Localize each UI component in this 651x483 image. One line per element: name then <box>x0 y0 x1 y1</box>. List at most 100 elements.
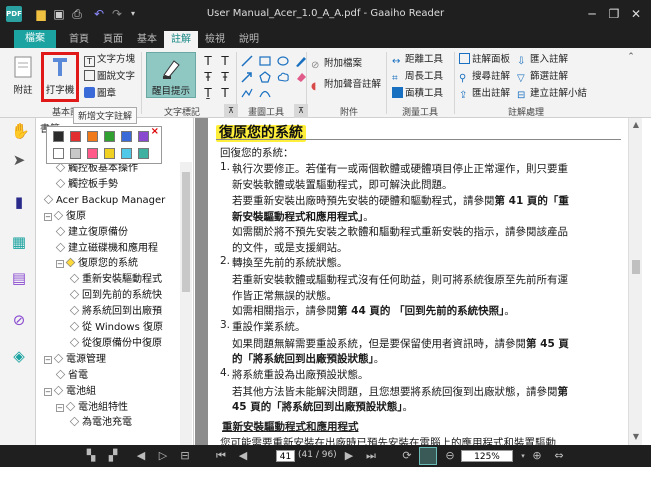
comments-icon[interactable]: ▤ <box>11 270 27 286</box>
forward-icon[interactable]: ▷ <box>156 449 170 463</box>
palette-close-icon[interactable]: × <box>151 127 159 137</box>
first-page-icon[interactable]: ⏮ <box>214 449 228 463</box>
scrollbar-thumb[interactable] <box>182 172 190 292</box>
summary-comment-button[interactable]: ⊟ 建立註解小結 <box>517 87 587 101</box>
color-swatch[interactable] <box>53 131 64 142</box>
callout-button[interactable]: 圖說文字 <box>84 70 135 84</box>
color-swatch[interactable] <box>104 148 115 159</box>
layers-icon[interactable]: ◈ <box>11 348 27 364</box>
close-icon[interactable]: ✕ <box>628 6 644 22</box>
stamp-button[interactable]: 圖章 <box>84 87 116 101</box>
area-tool-button[interactable]: 面積工具 <box>392 87 443 101</box>
text-mark-icon[interactable]: T <box>218 86 232 100</box>
zoom-in-icon[interactable]: ⊕ <box>530 449 544 463</box>
ellipse-icon[interactable] <box>276 54 290 68</box>
perimeter-tool-button[interactable]: ⌗ 周長工具 <box>392 70 443 84</box>
single-page-icon[interactable]: ▚ <box>84 449 98 463</box>
restore-icon[interactable]: ❐ <box>606 6 622 22</box>
collapse-icon[interactable]: − <box>56 403 64 412</box>
collapse-icon[interactable]: − <box>56 260 64 269</box>
collapse-icon[interactable]: − <box>44 387 52 396</box>
last-page-icon[interactable]: ⏭ <box>364 449 378 463</box>
bookmark-item[interactable]: 為電池充電 <box>69 415 132 430</box>
bookmark-item[interactable]: − 電源管理 <box>44 352 106 367</box>
back-icon[interactable]: ◀ <box>134 449 148 463</box>
tab-comment[interactable]: 註解 <box>164 31 198 48</box>
text-underline-icon[interactable]: T <box>201 54 215 68</box>
highlight-button[interactable]: 醒目提示 <box>146 52 196 98</box>
filter-comment-button[interactable]: ▽ 篩選註解 <box>517 70 568 84</box>
rotate-icon[interactable]: ⟳ <box>400 449 414 463</box>
bookmark-item[interactable]: − 電池組 <box>44 384 96 399</box>
color-swatch[interactable] <box>104 131 115 142</box>
select-icon[interactable]: ➤ <box>11 152 27 168</box>
bookmark-item[interactable]: Acer Backup Manager <box>43 193 165 208</box>
tab-help[interactable]: 說明 <box>232 31 266 48</box>
color-swatch[interactable] <box>70 131 81 142</box>
tab-page[interactable]: 頁面 <box>96 31 130 48</box>
bookmark-item[interactable]: 省電 <box>55 368 88 383</box>
rectangle-icon[interactable] <box>258 54 272 68</box>
color-swatch[interactable] <box>138 148 149 159</box>
bookmark-item[interactable]: 觸控板手勢 <box>55 177 118 192</box>
two-page-icon[interactable]: ▞ <box>106 449 120 463</box>
color-swatch[interactable] <box>87 131 98 142</box>
fit-width-icon[interactable]: ⇔ <box>552 449 566 463</box>
text-insert-icon[interactable]: T <box>218 54 232 68</box>
text-strikeout-icon[interactable]: Ŧ <box>201 70 215 84</box>
zoom-dropdown-icon[interactable]: ▾ <box>516 449 530 463</box>
attach-file-button[interactable]: ⊘ 附加檔案 <box>311 57 362 71</box>
bookmark-item[interactable]: 建立磁碟機和應用程 <box>55 241 158 256</box>
color-swatch[interactable] <box>121 148 132 159</box>
fit-icon[interactable]: ⊟ <box>178 449 192 463</box>
color-swatch[interactable] <box>87 148 98 159</box>
collapse-icon[interactable]: − <box>44 212 52 221</box>
search-comment-button[interactable]: ⚲ 搜尋註解 <box>459 70 510 84</box>
collapse-ribbon-icon[interactable]: ⌃ <box>624 50 638 64</box>
line-icon[interactable] <box>240 54 254 68</box>
attach-note-button[interactable]: 附註 <box>8 52 38 96</box>
page-number-input[interactable]: 41 <box>276 450 295 462</box>
textbox-button[interactable]: T 文字方塊 <box>84 53 135 67</box>
bookmarks-scrollbar[interactable] <box>180 162 192 445</box>
bookmark-item[interactable]: − 復原您的系統 <box>56 256 138 271</box>
color-swatch[interactable] <box>121 131 132 142</box>
attachments-icon[interactable]: ⊘ <box>11 312 27 328</box>
minimize-icon[interactable]: ─ <box>584 6 600 22</box>
continuous-view-button[interactable] <box>419 447 437 465</box>
scrollbar-thumb[interactable] <box>632 260 640 274</box>
text-squiggly-icon[interactable]: Ṯ <box>201 86 215 100</box>
zoom-out-icon[interactable]: ⊖ <box>443 449 457 463</box>
tab-file[interactable]: 檔案 <box>14 30 56 48</box>
curve-icon[interactable] <box>258 86 272 100</box>
next-page-icon[interactable]: ▶ <box>342 449 356 463</box>
color-swatch[interactable] <box>53 148 64 159</box>
bookmark-item[interactable]: 從復原備份中復原 <box>69 336 162 351</box>
document-scrollbar[interactable]: ▲ ▼ <box>628 118 642 445</box>
comment-panel-button[interactable]: 註解面板 <box>459 53 510 67</box>
color-swatch[interactable] <box>70 148 81 159</box>
tab-basic[interactable]: 基本 <box>130 31 164 48</box>
prev-page-icon[interactable]: ◀ <box>236 449 250 463</box>
bookmark-item[interactable]: 重新安裝驅動程式 <box>69 272 162 287</box>
bookmark-item[interactable]: 建立復原備份 <box>55 225 128 240</box>
distance-tool-button[interactable]: ↔ 距離工具 <box>392 53 443 67</box>
tab-home[interactable]: 首頁 <box>62 31 96 48</box>
tab-view[interactable]: 檢視 <box>198 31 232 48</box>
polygon-icon[interactable] <box>258 70 272 84</box>
zoom-level[interactable]: 125% <box>461 450 513 462</box>
export-comment-button[interactable]: ⇪ 匯出註解 <box>459 87 510 101</box>
color-swatch[interactable] <box>138 131 149 142</box>
bookmark-item[interactable]: − 復原 <box>44 209 86 224</box>
import-comment-button[interactable]: ⇩ 匯入註解 <box>517 53 568 67</box>
scroll-down-icon[interactable]: ▼ <box>631 432 641 442</box>
arrow-icon[interactable] <box>240 70 254 84</box>
bookmark-item[interactable]: 將系統回到出廠預 <box>69 304 162 319</box>
collapse-icon[interactable]: − <box>44 355 52 364</box>
bookmark-item[interactable]: 從 Windows 復原 <box>69 320 163 335</box>
scroll-up-icon[interactable]: ▲ <box>631 120 641 130</box>
text-replace-icon[interactable]: Ŧ <box>218 70 232 84</box>
bookmark-item[interactable]: 回到先前的系統快 <box>69 288 162 303</box>
thumbnails-icon[interactable]: ▦ <box>11 234 27 250</box>
cloud-icon[interactable] <box>276 70 290 84</box>
